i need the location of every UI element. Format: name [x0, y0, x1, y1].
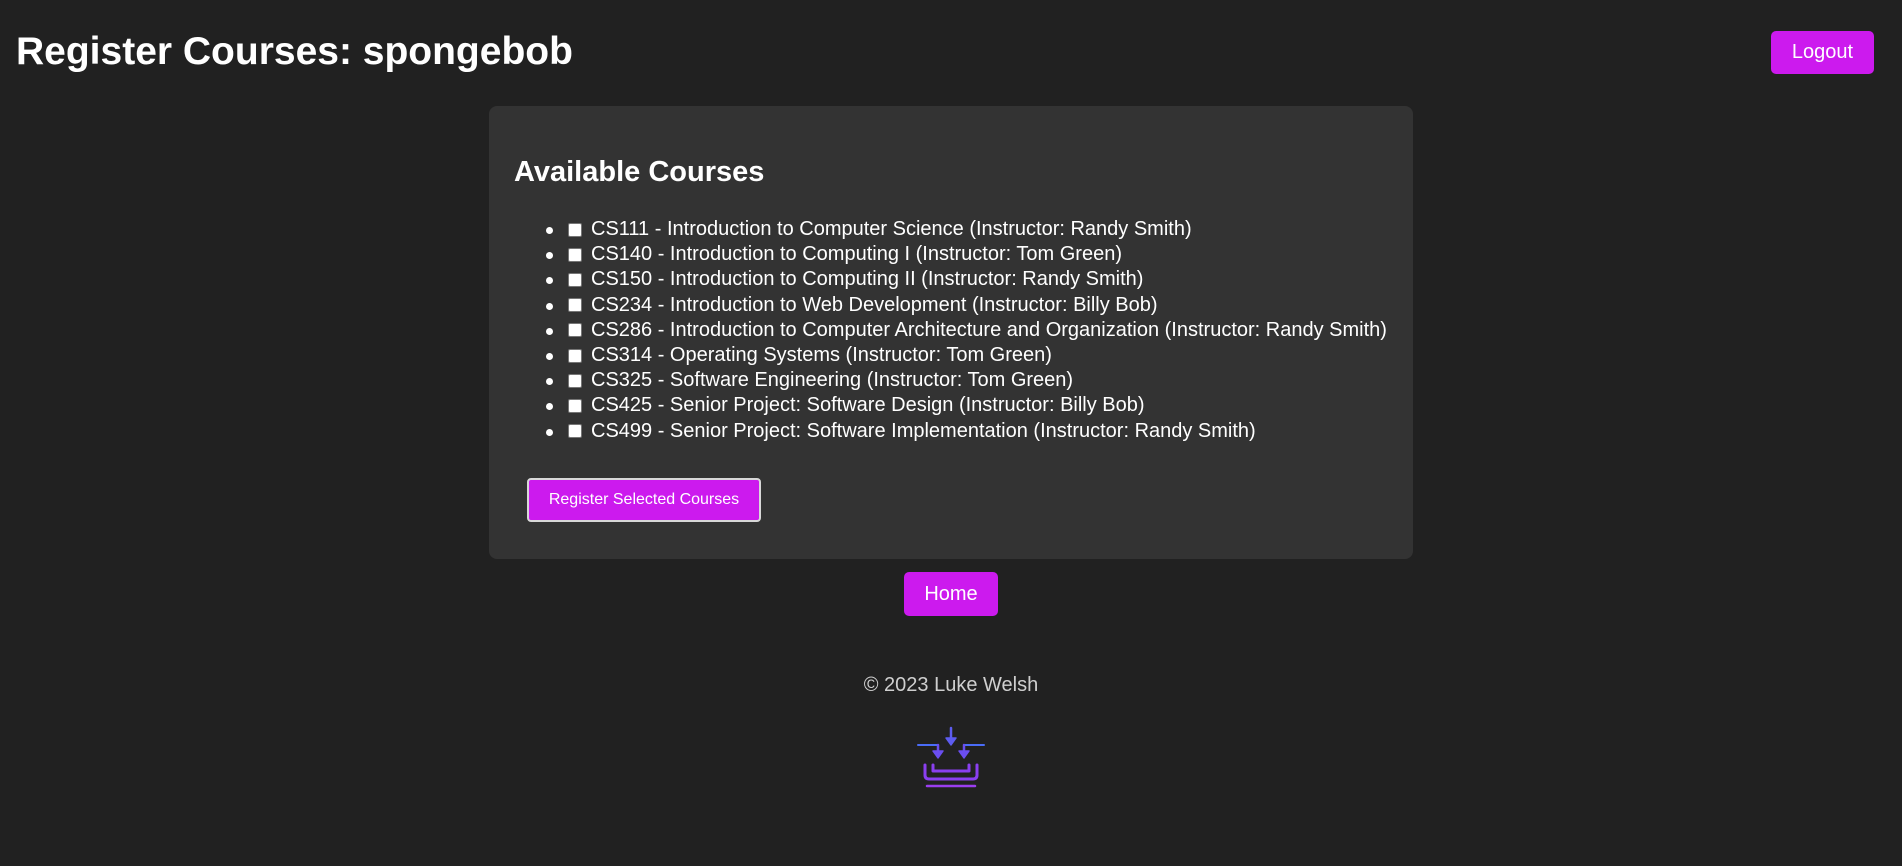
course-item: CS140 - Introduction to Computing I (Ins…	[514, 242, 1387, 267]
course-item: CS111 - Introduction to Computer Science…	[514, 217, 1387, 242]
course-checkbox[interactable]	[568, 348, 582, 363]
course-checkbox[interactable]	[568, 373, 582, 388]
course-list: CS111 - Introduction to Computer Science…	[514, 217, 1387, 444]
course-label: CS425 - Senior Project: Software Design …	[591, 394, 1145, 417]
course-item: CS234 - Introduction to Web Development …	[514, 293, 1387, 318]
course-item: CS314 - Operating Systems (Instructor: T…	[514, 343, 1387, 368]
page-header: Register Courses: spongebob Logout	[0, 0, 1902, 106]
course-checkbox[interactable]	[568, 298, 582, 313]
course-item: CS425 - Senior Project: Software Design …	[514, 393, 1387, 418]
course-label: CS286 - Introduction to Computer Archite…	[591, 318, 1387, 341]
course-label: CS111 - Introduction to Computer Science…	[591, 218, 1192, 241]
course-label: CS140 - Introduction to Computing I (Ins…	[591, 243, 1122, 266]
panel-title: Available Courses	[514, 156, 765, 188]
course-item: CS325 - Software Engineering (Instructor…	[514, 368, 1387, 393]
course-item: CS499 - Senior Project: Software Impleme…	[514, 419, 1387, 444]
logout-button[interactable]: Logout	[1771, 31, 1874, 74]
course-label: CS234 - Introduction to Web Development …	[591, 293, 1158, 316]
footer-copyright: © 2023 Luke Welsh	[863, 674, 1039, 696]
course-checkbox[interactable]	[568, 272, 582, 287]
home-button[interactable]: Home	[904, 572, 998, 616]
download-tray-icon	[917, 726, 985, 788]
register-selected-courses-button[interactable]: Register Selected Courses	[527, 478, 761, 522]
course-item: CS150 - Introduction to Computing II (In…	[514, 267, 1387, 292]
page-title: Register Courses: spongebob	[16, 30, 573, 73]
course-checkbox[interactable]	[568, 323, 582, 338]
course-checkbox[interactable]	[568, 398, 582, 413]
course-checkbox[interactable]	[568, 222, 582, 237]
course-checkbox[interactable]	[568, 247, 582, 262]
course-label: CS499 - Senior Project: Software Impleme…	[591, 419, 1256, 442]
course-item: CS286 - Introduction to Computer Archite…	[514, 318, 1387, 343]
course-label: CS325 - Software Engineering (Instructor…	[591, 369, 1074, 392]
course-checkbox[interactable]	[568, 424, 582, 439]
course-label: CS150 - Introduction to Computing II (In…	[591, 268, 1144, 291]
available-courses-panel: Available Courses CS111 - Introduction t…	[489, 106, 1413, 559]
course-label: CS314 - Operating Systems (Instructor: T…	[591, 344, 1052, 367]
